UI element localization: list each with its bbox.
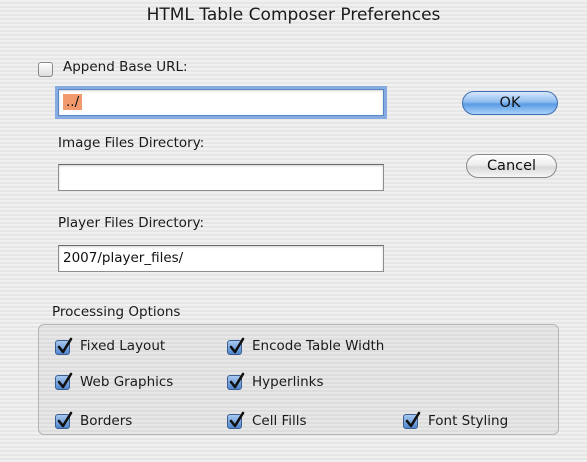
checkbox-checked-icon	[229, 411, 245, 428]
borders-label: Borders	[80, 413, 133, 429]
web-graphics-label: Web Graphics	[80, 374, 174, 390]
checkbox-checked-icon	[229, 372, 245, 389]
checkbox-checked-icon	[57, 411, 73, 428]
image-files-directory-field[interactable]	[58, 164, 384, 191]
base-url-value: ../	[63, 94, 83, 110]
checkbox-checked-icon	[57, 372, 73, 389]
checkbox-checked-icon	[405, 411, 421, 428]
append-base-url-checkbox[interactable]	[38, 62, 53, 77]
append-base-url-label: Append Base URL:	[63, 59, 188, 75]
checkbox-checked-icon	[57, 337, 73, 354]
ok-button[interactable]: OK	[462, 91, 558, 115]
processing-options-title: Processing Options	[52, 304, 181, 320]
fixed-layout-checkbox[interactable]	[55, 337, 73, 355]
encode-table-width-label: Encode Table Width	[252, 338, 385, 354]
checkbox-checked-icon	[229, 337, 245, 354]
encode-table-width-checkbox[interactable]	[227, 337, 245, 355]
borders-checkbox[interactable]	[55, 411, 73, 429]
player-files-directory-field[interactable]: 2007/player_files/	[58, 245, 384, 272]
hyperlinks-checkbox[interactable]	[227, 372, 245, 390]
font-styling-label: Font Styling	[428, 413, 509, 429]
base-url-field[interactable]: ../	[58, 89, 384, 116]
window-title: HTML Table Composer Preferences	[146, 5, 441, 25]
cancel-button[interactable]: Cancel	[466, 154, 557, 178]
hyperlinks-label: Hyperlinks	[252, 374, 324, 390]
web-graphics-checkbox[interactable]	[55, 372, 73, 390]
player-files-directory-value: 2007/player_files/	[63, 250, 184, 266]
player-files-directory-label: Player Files Directory:	[58, 215, 205, 231]
cell-fills-label: Cell Fills	[252, 413, 307, 429]
image-files-directory-label: Image Files Directory:	[58, 135, 205, 151]
font-styling-checkbox[interactable]	[403, 411, 421, 429]
preferences-dialog: HTML Table Composer Preferences Append B…	[0, 0, 587, 462]
cell-fills-checkbox[interactable]	[227, 411, 245, 429]
fixed-layout-label: Fixed Layout	[80, 338, 166, 354]
